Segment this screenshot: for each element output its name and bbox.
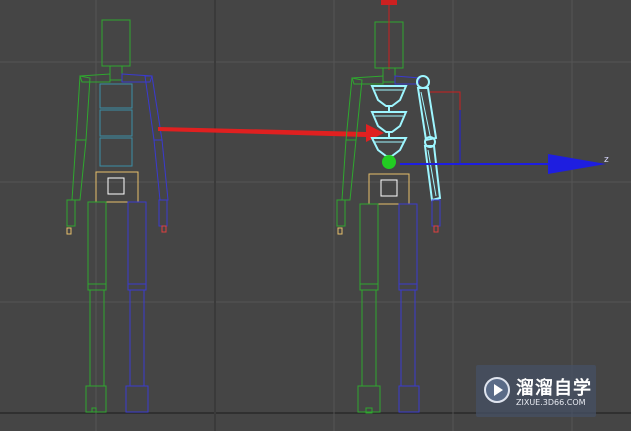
- watermark-title: 溜溜自学: [516, 378, 592, 399]
- biped-right-spine-selected[interactable]: [370, 85, 408, 157]
- biped-right-leg-l[interactable]: [357, 203, 381, 414]
- biped-left-neck[interactable]: [109, 65, 123, 81]
- gizmo-z-label: z: [604, 155, 609, 165]
- biped-right-spine-pivot[interactable]: [382, 155, 396, 169]
- biped-left-head[interactable]: [101, 19, 131, 67]
- annotation-arrow: [158, 124, 384, 142]
- biped-left-spine[interactable]: [99, 83, 133, 167]
- watermark-badge: 溜溜自学 ZIXUE.3D66.COM: [476, 365, 596, 417]
- biped-right-clavicle-l[interactable]: [351, 75, 384, 85]
- viewport-perspective[interactable]: z 溜溜自学 ZIXUE.3D66.COM: [0, 0, 631, 431]
- play-circle-icon: [484, 377, 510, 403]
- biped-right-arm-r-selected[interactable]: [416, 75, 442, 233]
- gizmo-y-handle[interactable]: [381, 0, 397, 5]
- biped-left[interactable]: [66, 19, 169, 413]
- biped-left-clavicle-l[interactable]: [79, 73, 111, 83]
- biped-left-arm-l[interactable]: [66, 75, 91, 235]
- biped-left-pelvis-marker: [107, 177, 125, 195]
- biped-right-pelvis[interactable]: [368, 173, 410, 205]
- biped-right-leg-r[interactable]: [398, 203, 420, 413]
- biped-left-arm-r[interactable]: [144, 75, 169, 233]
- biped-left-pelvis[interactable]: [95, 171, 139, 203]
- biped-right-arm-l[interactable]: [336, 77, 363, 235]
- watermark-subtitle: ZIXUE.3D66.COM: [516, 398, 586, 407]
- gizmo-z-arrow-icon[interactable]: [548, 154, 606, 174]
- biped-left-clavicle-r[interactable]: [121, 73, 153, 83]
- biped-right-neck[interactable]: [382, 67, 396, 83]
- biped-left-leg-r[interactable]: [125, 201, 149, 413]
